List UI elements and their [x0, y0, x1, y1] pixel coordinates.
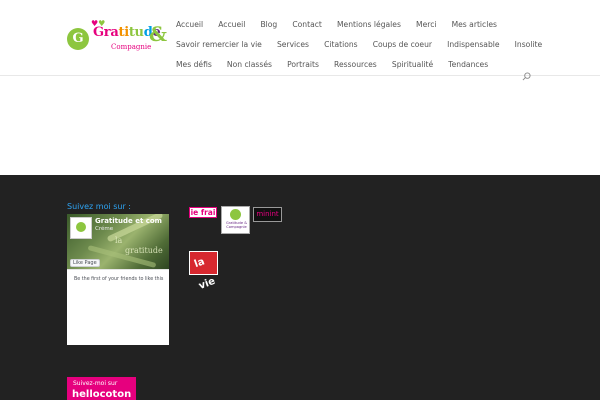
- facebook-page-likes: Créme: [95, 226, 114, 232]
- nav-item-mes-articles[interactable]: Mes articles: [452, 20, 497, 30]
- badge-logo-mark: [230, 209, 241, 220]
- nav-item-coups-de-coeur[interactable]: Coups de coeur: [373, 40, 432, 50]
- nav-item-mes-defis[interactable]: Mes défis: [176, 60, 212, 70]
- cover-overlay-word: gratitude: [125, 246, 163, 255]
- main-navigation: Accueil Accueil Blog Contact Mentions lé…: [176, 12, 576, 72]
- nav-row-3: Mes défis Non classés Portraits Ressourc…: [176, 52, 576, 72]
- follow-label: Suivez moi sur :: [67, 202, 131, 211]
- nav-item-blog[interactable]: Blog: [260, 20, 277, 30]
- nav-item-indispensable[interactable]: Indispensable: [447, 40, 499, 50]
- hellocoton-button[interactable]: Suivez-moi sur hellocoton: [67, 377, 136, 400]
- nav-item-contact[interactable]: Contact: [292, 20, 322, 30]
- facebook-cover-image[interactable]: la gratitude Gratitude et com Créme Like…: [67, 214, 169, 269]
- nav-item-mentions-legales[interactable]: Mentions légales: [337, 20, 401, 30]
- site-header: G ♥♥ Gratitude & Compagnie Accueil Accue…: [0, 0, 600, 81]
- nav-item-accueil-2[interactable]: Accueil: [218, 20, 245, 30]
- badge-la-vie[interactable]: la vie: [189, 251, 218, 292]
- logo-mark: G: [67, 28, 89, 50]
- site-footer: Suivez moi sur : la gratitude Gratitude …: [0, 175, 600, 400]
- nav-item-services[interactable]: Services: [277, 40, 309, 50]
- facebook-page-title[interactable]: Gratitude et com: [95, 217, 167, 225]
- nav-item-insolite[interactable]: Insolite: [515, 40, 543, 50]
- nav-item-merci[interactable]: Merci: [416, 20, 436, 30]
- divider: [67, 269, 169, 270]
- nav-item-savoir-remercier[interactable]: Savoir remercier la vie: [176, 40, 262, 50]
- facebook-friends-text: Be the first of your friends to like thi…: [74, 277, 164, 282]
- badge-gratitude-compagnie[interactable]: Gratitude & Compagnie: [221, 206, 250, 234]
- nav-item-spiritualite[interactable]: Spiritualité: [392, 60, 433, 70]
- facebook-like-button[interactable]: Like Page: [70, 259, 100, 267]
- facebook-page-avatar[interactable]: [70, 217, 92, 239]
- nav-row-2: Savoir remercier la vie Services Citatio…: [176, 32, 576, 52]
- cover-overlay-word: la: [115, 236, 123, 245]
- site-logo[interactable]: G ♥♥ Gratitude & Compagnie: [67, 20, 168, 56]
- nav-row-1: Accueil Accueil Blog Contact Mentions lé…: [176, 12, 576, 32]
- badge-frai[interactable]: ie frai: [189, 207, 217, 218]
- facebook-page-widget[interactable]: la gratitude Gratitude et com Créme Like…: [67, 214, 169, 345]
- nav-item-tendances[interactable]: Tendances: [448, 60, 488, 70]
- nav-item-portraits[interactable]: Portraits: [287, 60, 319, 70]
- nav-item-accueil[interactable]: Accueil: [176, 20, 203, 30]
- badge-minin[interactable]: minint: [253, 207, 282, 222]
- badge-gratitude-label: Gratitude & Compagnie: [226, 221, 247, 229]
- hellocoton-small-label: Suivez-moi sur: [73, 380, 118, 387]
- facebook-like-label: Like Page: [73, 260, 97, 266]
- badge-la-vie-label: la vie: [192, 256, 217, 292]
- nav-item-ressources[interactable]: Ressources: [334, 60, 377, 70]
- nav-item-non-classes[interactable]: Non classés: [227, 60, 272, 70]
- search-icon[interactable]: [522, 72, 531, 81]
- logo-subtitle: Compagnie: [111, 43, 152, 51]
- hellocoton-logo-text: hellocoton: [72, 389, 132, 400]
- nav-item-citations[interactable]: Citations: [324, 40, 358, 50]
- logo-ampersand: &: [149, 22, 168, 46]
